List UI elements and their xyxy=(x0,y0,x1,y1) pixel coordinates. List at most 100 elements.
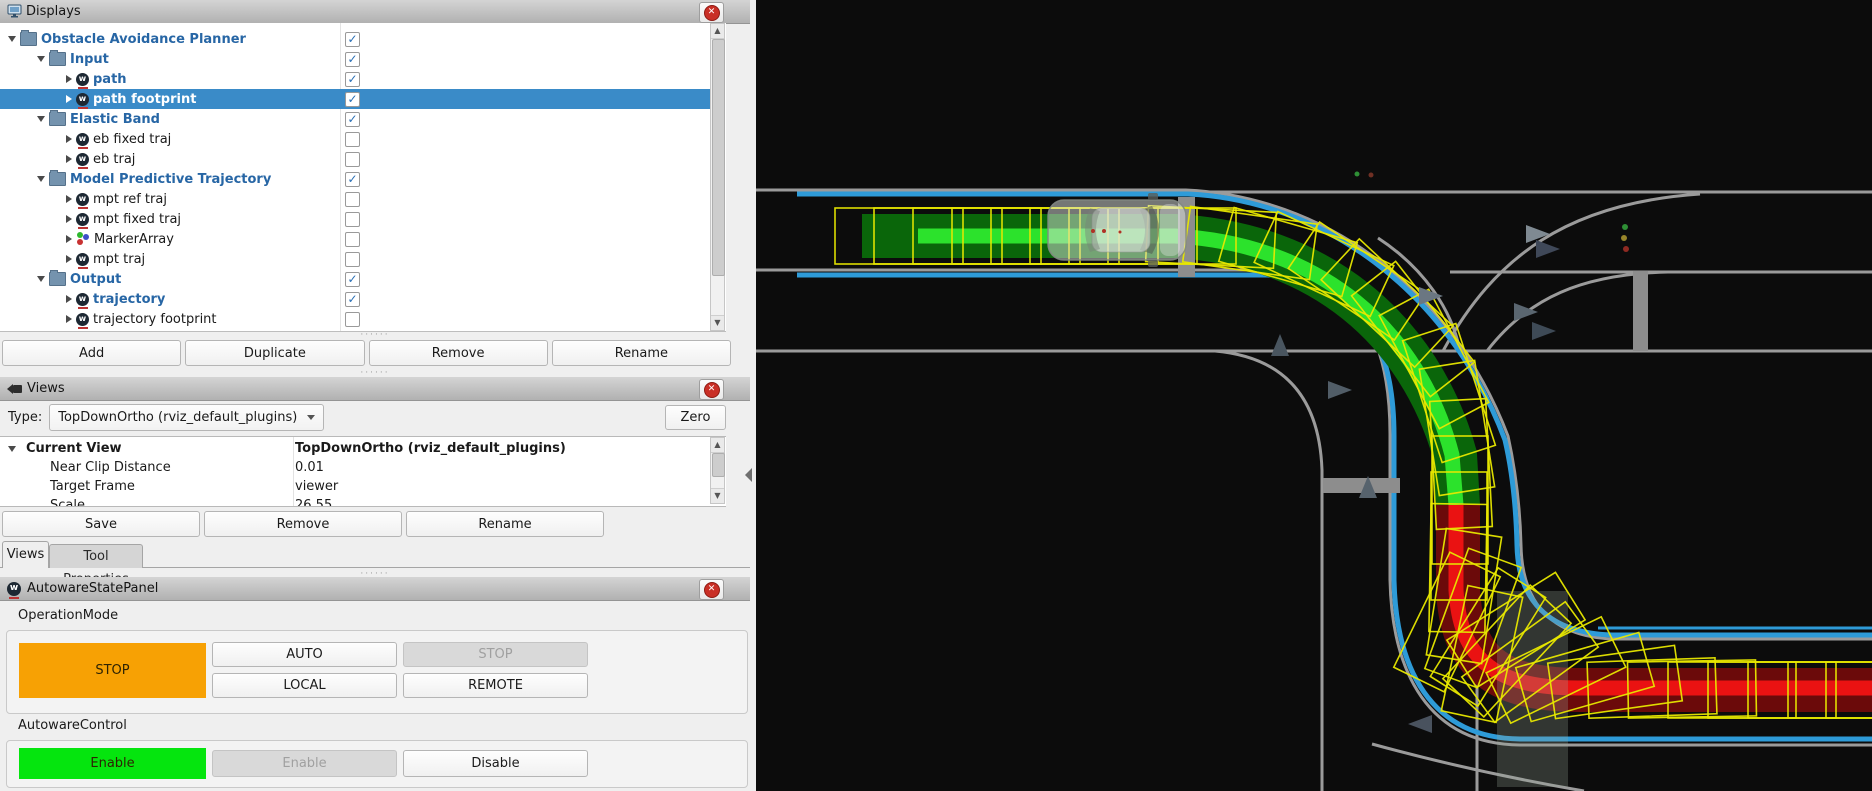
displays-tree: Obstacle Avoidance Planner ✓ Input ✓ w path ✓ w… xyxy=(0,23,726,332)
folder-icon xyxy=(49,170,66,186)
display-tree-row[interactable]: w mpt ref traj xyxy=(0,189,710,209)
display-enabled-checkbox[interactable]: ✓ xyxy=(345,271,360,287)
displays-duplicate-button[interactable]: Duplicate xyxy=(185,340,365,366)
panel-collapse-arrow[interactable] xyxy=(745,468,752,482)
display-tree-row[interactable]: Model Predictive Trajectory ✓ xyxy=(0,169,710,189)
chevron-right-icon[interactable] xyxy=(66,95,72,103)
chevron-right-icon[interactable] xyxy=(66,135,72,143)
folder-icon xyxy=(49,110,66,126)
chevron-right-icon[interactable] xyxy=(66,235,72,243)
enable-button[interactable]: Enable xyxy=(212,750,397,777)
property-name: Current View xyxy=(26,441,122,456)
display-enabled-checkbox[interactable] xyxy=(345,231,360,247)
operation-mode-group: STOP AUTO STOP LOCAL REMOTE xyxy=(6,630,748,714)
views-close-button[interactable]: ✕ xyxy=(699,379,724,400)
displays-scrollbar[interactable]: ▲ ▼ xyxy=(710,23,725,331)
display-enabled-checkbox[interactable] xyxy=(345,311,360,327)
display-enabled-checkbox[interactable]: ✓ xyxy=(345,51,360,67)
display-enabled-checkbox[interactable] xyxy=(345,211,360,227)
display-enabled-checkbox[interactable]: ✓ xyxy=(345,31,360,47)
autoware-panel-header: w AutowareStatePanel ✕ xyxy=(0,577,750,601)
remote-button[interactable]: REMOTE xyxy=(403,673,588,698)
stop-line-bar xyxy=(1633,271,1648,351)
chevron-right-icon[interactable] xyxy=(66,155,72,163)
display-enabled-checkbox[interactable] xyxy=(345,191,360,207)
chevron-down-icon[interactable] xyxy=(37,276,45,282)
display-enabled-checkbox[interactable]: ✓ xyxy=(345,111,360,127)
chevron-right-icon[interactable] xyxy=(66,295,72,303)
displays-add-button[interactable]: Add xyxy=(2,340,182,366)
operation-mode-label: OperationMode xyxy=(18,608,119,623)
display-tree-row[interactable]: MarkerArray xyxy=(0,229,710,249)
property-value[interactable]: 26.55 xyxy=(295,498,332,506)
chevron-right-icon[interactable] xyxy=(66,215,72,223)
displays-panel-header: Displays ✕ xyxy=(0,0,750,24)
autoware-control-label: AutowareControl xyxy=(18,718,127,733)
display-enabled-checkbox[interactable] xyxy=(345,251,360,267)
display-enabled-checkbox[interactable]: ✓ xyxy=(345,91,360,107)
current-view-header-row[interactable]: Current View TopDownOrtho (rviz_default_… xyxy=(0,439,710,458)
display-tree-row[interactable]: w eb traj xyxy=(0,149,710,169)
displays-rename-button[interactable]: Rename xyxy=(551,340,731,366)
auto-button[interactable]: AUTO xyxy=(212,642,397,667)
rviz-window: Displays ✕ Obstacle Avoidance Planner ✓ In… xyxy=(0,0,1872,791)
property-row[interactable]: Target Frame viewer xyxy=(0,477,710,496)
property-value[interactable]: 0.01 xyxy=(295,460,324,475)
autoware-display-icon: w xyxy=(76,252,89,269)
chevron-right-icon[interactable] xyxy=(66,195,72,203)
view-type-combobox[interactable]: TopDownOrtho (rviz_default_plugins) xyxy=(49,404,325,431)
stop-button[interactable]: STOP xyxy=(403,642,588,667)
current-view-table: Current View TopDownOrtho (rviz_default_… xyxy=(0,436,726,507)
chevron-down-icon[interactable] xyxy=(8,36,16,42)
display-tree-row[interactable]: w path ✓ xyxy=(0,69,710,89)
autoware-close-button[interactable]: ✕ xyxy=(699,579,724,600)
display-enabled-checkbox[interactable]: ✓ xyxy=(345,171,360,187)
scroll-down-icon[interactable]: ▼ xyxy=(711,488,724,503)
display-tree-row[interactable]: w eb fixed traj xyxy=(0,129,710,149)
displays-close-button[interactable]: ✕ xyxy=(699,2,724,23)
tab-tool-properties[interactable]: Tool Properties xyxy=(49,544,143,587)
views-rename-button[interactable]: Rename xyxy=(406,511,604,537)
display-tree-row[interactable]: w trajectory ✓ xyxy=(0,289,710,309)
displays-remove-button[interactable]: Remove xyxy=(368,340,548,366)
disable-button[interactable]: Disable xyxy=(403,750,588,777)
zero-button[interactable]: Zero xyxy=(665,405,726,430)
display-tree-row[interactable]: Obstacle Avoidance Planner ✓ xyxy=(0,29,710,49)
display-tree-row[interactable]: w mpt fixed traj xyxy=(0,209,710,229)
property-row[interactable]: Near Clip Distance 0.01 xyxy=(0,458,710,477)
3d-viewport[interactable] xyxy=(756,0,1872,791)
scroll-thumb[interactable] xyxy=(712,453,725,477)
views-save-button[interactable]: Save xyxy=(2,511,200,537)
display-tree-row[interactable]: w mpt traj xyxy=(0,249,710,269)
display-tree-row[interactable]: Elastic Band ✓ xyxy=(0,109,710,129)
display-enabled-checkbox[interactable] xyxy=(345,151,360,167)
display-enabled-checkbox[interactable] xyxy=(345,131,360,147)
display-enabled-checkbox[interactable]: ✓ xyxy=(345,291,360,307)
chevron-down-icon[interactable] xyxy=(37,56,45,62)
chevron-down-icon[interactable] xyxy=(8,445,16,452)
scroll-up-icon[interactable]: ▲ xyxy=(711,24,724,39)
local-button[interactable]: LOCAL xyxy=(212,673,397,698)
property-value[interactable]: viewer xyxy=(295,479,338,494)
display-name: mpt traj xyxy=(93,251,146,267)
display-enabled-checkbox[interactable]: ✓ xyxy=(345,71,360,87)
chevron-right-icon[interactable] xyxy=(66,255,72,263)
display-name: trajectory xyxy=(93,291,166,307)
display-tree-row[interactable]: w trajectory footprint xyxy=(0,309,710,329)
chevron-right-icon[interactable] xyxy=(66,315,72,323)
chevron-down-icon[interactable] xyxy=(37,116,45,122)
property-row[interactable]: Scale 26.55 xyxy=(0,496,710,506)
chevron-down-icon[interactable] xyxy=(37,176,45,182)
display-tree-row[interactable]: Input ✓ xyxy=(0,49,710,69)
display-tree-row[interactable]: w path footprint ✓ xyxy=(0,89,710,109)
scroll-thumb[interactable] xyxy=(712,39,725,276)
scroll-down-icon[interactable]: ▼ xyxy=(711,315,724,330)
chevron-right-icon[interactable] xyxy=(66,75,72,83)
splitter-handle[interactable]: ······ xyxy=(0,369,750,378)
display-tree-row[interactable]: Output ✓ xyxy=(0,269,710,289)
scroll-up-icon[interactable]: ▲ xyxy=(711,438,724,453)
splitter-handle[interactable]: ······ xyxy=(0,331,750,340)
tab-views[interactable]: Views xyxy=(2,541,49,568)
views-remove-button[interactable]: Remove xyxy=(204,511,402,537)
views-scrollbar[interactable]: ▲ ▼ xyxy=(710,437,725,504)
